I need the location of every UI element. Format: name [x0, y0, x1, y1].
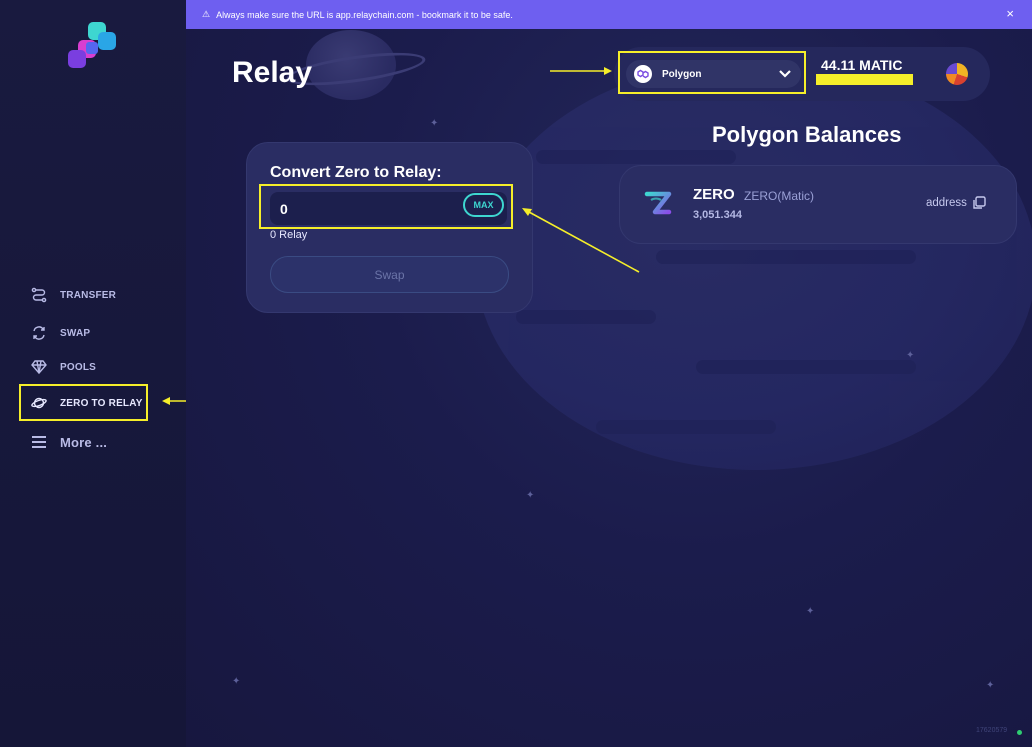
warning-icon: ⚠ — [202, 9, 211, 19]
annotation-arrow — [550, 67, 612, 75]
sidebar-item-more[interactable]: More ... — [30, 430, 107, 454]
banner-text: Always make sure the URL is app.relaycha… — [216, 9, 513, 20]
token-amount: 3,051.344 — [693, 209, 742, 221]
sidebar-item-transfer[interactable]: TRANSFER — [30, 283, 116, 307]
highlight-box — [19, 384, 148, 421]
highlight-underline — [816, 74, 913, 85]
sidebar-item-label: SWAP — [60, 327, 91, 339]
annotation-arrow — [522, 208, 640, 273]
sidebar-item-swap[interactable]: SWAP — [30, 321, 90, 345]
hamburger-icon — [30, 433, 48, 451]
swap-icon — [30, 324, 48, 342]
main-area: ✦ ✦ ✦ ✦ ✦ ✦ — [186, 0, 1032, 747]
diamond-icon — [30, 358, 48, 376]
output-amount: 0 Relay — [270, 229, 308, 241]
status-indicator — [1017, 730, 1022, 735]
convert-title: Convert Zero to Relay: — [270, 164, 442, 181]
sidebar-item-pools[interactable]: POOLS — [30, 355, 96, 379]
close-icon[interactable]: × — [1006, 6, 1014, 21]
sidebar-item-label: TRANSFER — [60, 289, 117, 301]
version-label: 17620579 — [976, 727, 1008, 734]
copy-icon — [973, 196, 986, 209]
copy-address-button[interactable]: address — [926, 196, 986, 210]
balances-title: Polygon Balances — [712, 122, 902, 147]
sidebar-item-label: POOLS — [60, 361, 97, 373]
wallet-balance: 44.11 MATIC — [821, 57, 903, 73]
security-banner: ⚠ Always make sure the URL is app.relayc… — [186, 0, 1032, 29]
sidebar: TRANSFER SWAP POOLS ZERO TO RELAY More .… — [0, 0, 186, 747]
relay-logo[interactable] — [66, 20, 118, 72]
token-symbol: ZERO — [693, 186, 735, 203]
token-network-label: ZERO(Matic) — [744, 189, 814, 203]
page-title: Relay — [232, 56, 313, 89]
transfer-icon — [30, 286, 48, 304]
highlight-box — [618, 51, 806, 94]
zero-token-icon — [644, 191, 672, 215]
address-label: address — [926, 197, 967, 209]
sidebar-item-label: More ... — [60, 434, 108, 450]
swap-button[interactable]: Swap — [270, 256, 509, 293]
highlight-box — [259, 184, 513, 229]
wallet-avatar[interactable] — [946, 63, 968, 85]
